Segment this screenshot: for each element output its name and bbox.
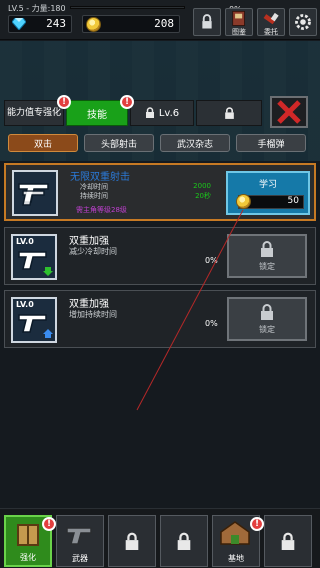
codex-button[interactable]: 图鉴 bbox=[225, 8, 253, 36]
tab-lv6-label: Lv.6 bbox=[158, 107, 180, 119]
arrow-up-icon bbox=[43, 329, 53, 338]
bottom-nav: 强化 ! 武器 基地 ! bbox=[0, 508, 320, 568]
commission-label: 委托 bbox=[264, 28, 278, 36]
subtab-label: 手榴弹 bbox=[257, 139, 285, 150]
lock-label: 锁定 bbox=[259, 262, 275, 271]
tab-skills[interactable]: 技能 bbox=[66, 100, 128, 126]
subtab-magazine[interactable]: 武汉杂志 bbox=[160, 134, 230, 152]
nav-upgrade-label: 强化 bbox=[20, 553, 36, 562]
skill-card-increase-duration[interactable]: LV.0 双重加强 增加持续时间 0% 锁定 bbox=[4, 290, 316, 348]
cooldown-value: 2000 bbox=[193, 182, 211, 190]
tab-locked[interactable] bbox=[196, 100, 262, 126]
skill-icon-box bbox=[12, 170, 58, 216]
coin-count: 208 bbox=[154, 17, 174, 30]
lock-icon bbox=[224, 106, 234, 119]
pistol-icon bbox=[18, 183, 49, 206]
alert-badge: ! bbox=[250, 517, 264, 531]
close-icon bbox=[277, 100, 301, 124]
xp-bar: 0% bbox=[70, 5, 242, 14]
subtab-label: 武汉杂志 bbox=[176, 139, 213, 150]
skill-name: 双重加强 bbox=[69, 299, 109, 310]
lock-icon bbox=[281, 532, 295, 550]
lock-icon bbox=[202, 14, 212, 29]
revolver-icon bbox=[66, 527, 92, 545]
locked-upgrade-button[interactable]: 锁定 bbox=[227, 297, 307, 341]
nav-weapons-label: 武器 bbox=[72, 554, 88, 563]
lock-icon bbox=[177, 532, 191, 550]
skill-card-reduce-cooldown[interactable]: LV.0 双重加强 减少冷却时间 0% 锁定 bbox=[4, 227, 316, 285]
duration-value: 20秒 bbox=[195, 192, 211, 200]
skill-name: 双重加强 bbox=[69, 236, 109, 247]
learn-label: 学习 bbox=[258, 180, 277, 190]
lock-icon bbox=[261, 241, 273, 257]
subtab-headshot[interactable]: 头部射击 bbox=[84, 134, 154, 152]
alert-badge: ! bbox=[42, 517, 56, 531]
skill-percent: 0% bbox=[205, 319, 218, 328]
codex-label: 图鉴 bbox=[232, 28, 246, 36]
nav-locked[interactable] bbox=[264, 515, 312, 567]
skill-percent: 0% bbox=[205, 256, 218, 265]
gem-count: 243 bbox=[46, 17, 66, 30]
alert-badge: ! bbox=[57, 95, 71, 109]
tab-lv6-locked[interactable]: Lv.6 bbox=[130, 100, 194, 126]
tab-stats-upgrade-label: 能力值专强化 bbox=[6, 108, 61, 118]
settings-button[interactable] bbox=[289, 8, 317, 36]
skill-desc: 增加持续时间 bbox=[69, 310, 117, 319]
arrow-down-icon bbox=[43, 267, 53, 276]
locked-top-button[interactable] bbox=[193, 8, 221, 36]
alert-badge: ! bbox=[120, 95, 134, 109]
coin-icon bbox=[236, 194, 251, 209]
requirement-note: 需主角等级28级 bbox=[76, 206, 127, 214]
player-level-label: LV.5 - 力量:180 bbox=[8, 4, 66, 13]
nav-weapons[interactable]: 武器 bbox=[56, 515, 104, 567]
coin-counter: 208 bbox=[82, 15, 180, 33]
skill-icon-box: LV.0 bbox=[11, 234, 57, 280]
tab-skills-label: 技能 bbox=[87, 109, 107, 121]
lock-label: 锁定 bbox=[259, 325, 275, 334]
close-button[interactable] bbox=[270, 96, 308, 128]
learn-button[interactable]: 学习 50 bbox=[226, 171, 310, 215]
skill-card-infinite-double-shot[interactable]: 无限双重射击 冷却时间 2000 持续时间 20秒 需主角等级28级 学习 50 bbox=[4, 163, 316, 221]
subtab-double-click[interactable]: 双击 bbox=[8, 134, 78, 152]
lock-icon bbox=[145, 107, 154, 118]
skill-level: LV.0 bbox=[16, 237, 34, 246]
learn-cost-value: 50 bbox=[287, 196, 299, 206]
skill-desc: 减少冷却时间 bbox=[69, 247, 117, 256]
gem-counter: 243 bbox=[8, 15, 72, 33]
top-bar: LV.5 - 力量:180 0% 243 208 图鉴 委托 bbox=[0, 0, 320, 40]
lock-icon bbox=[125, 532, 139, 550]
nav-base-label: 基地 bbox=[228, 554, 244, 563]
gear-icon bbox=[295, 14, 311, 30]
gem-icon bbox=[12, 18, 26, 30]
subtab-grenade[interactable]: 手榴弹 bbox=[236, 134, 306, 152]
skill-level: LV.0 bbox=[16, 300, 34, 309]
nav-locked[interactable] bbox=[108, 515, 156, 567]
learn-cost: 50 bbox=[236, 194, 304, 209]
nav-locked[interactable] bbox=[160, 515, 208, 567]
subtab-label: 双击 bbox=[33, 139, 52, 150]
locked-upgrade-button[interactable]: 锁定 bbox=[227, 234, 307, 278]
skill-icon-box: LV.0 bbox=[11, 297, 57, 343]
subtab-label: 头部射击 bbox=[100, 139, 137, 150]
duration-label: 持续时间 bbox=[80, 192, 108, 200]
commission-button[interactable]: 委托 bbox=[257, 8, 285, 36]
skill-name: 无限双重射击 bbox=[70, 172, 130, 183]
tab-stats-upgrade[interactable]: 能力值专强化 bbox=[4, 100, 64, 126]
coin-icon bbox=[86, 17, 101, 32]
lock-icon bbox=[261, 304, 273, 320]
